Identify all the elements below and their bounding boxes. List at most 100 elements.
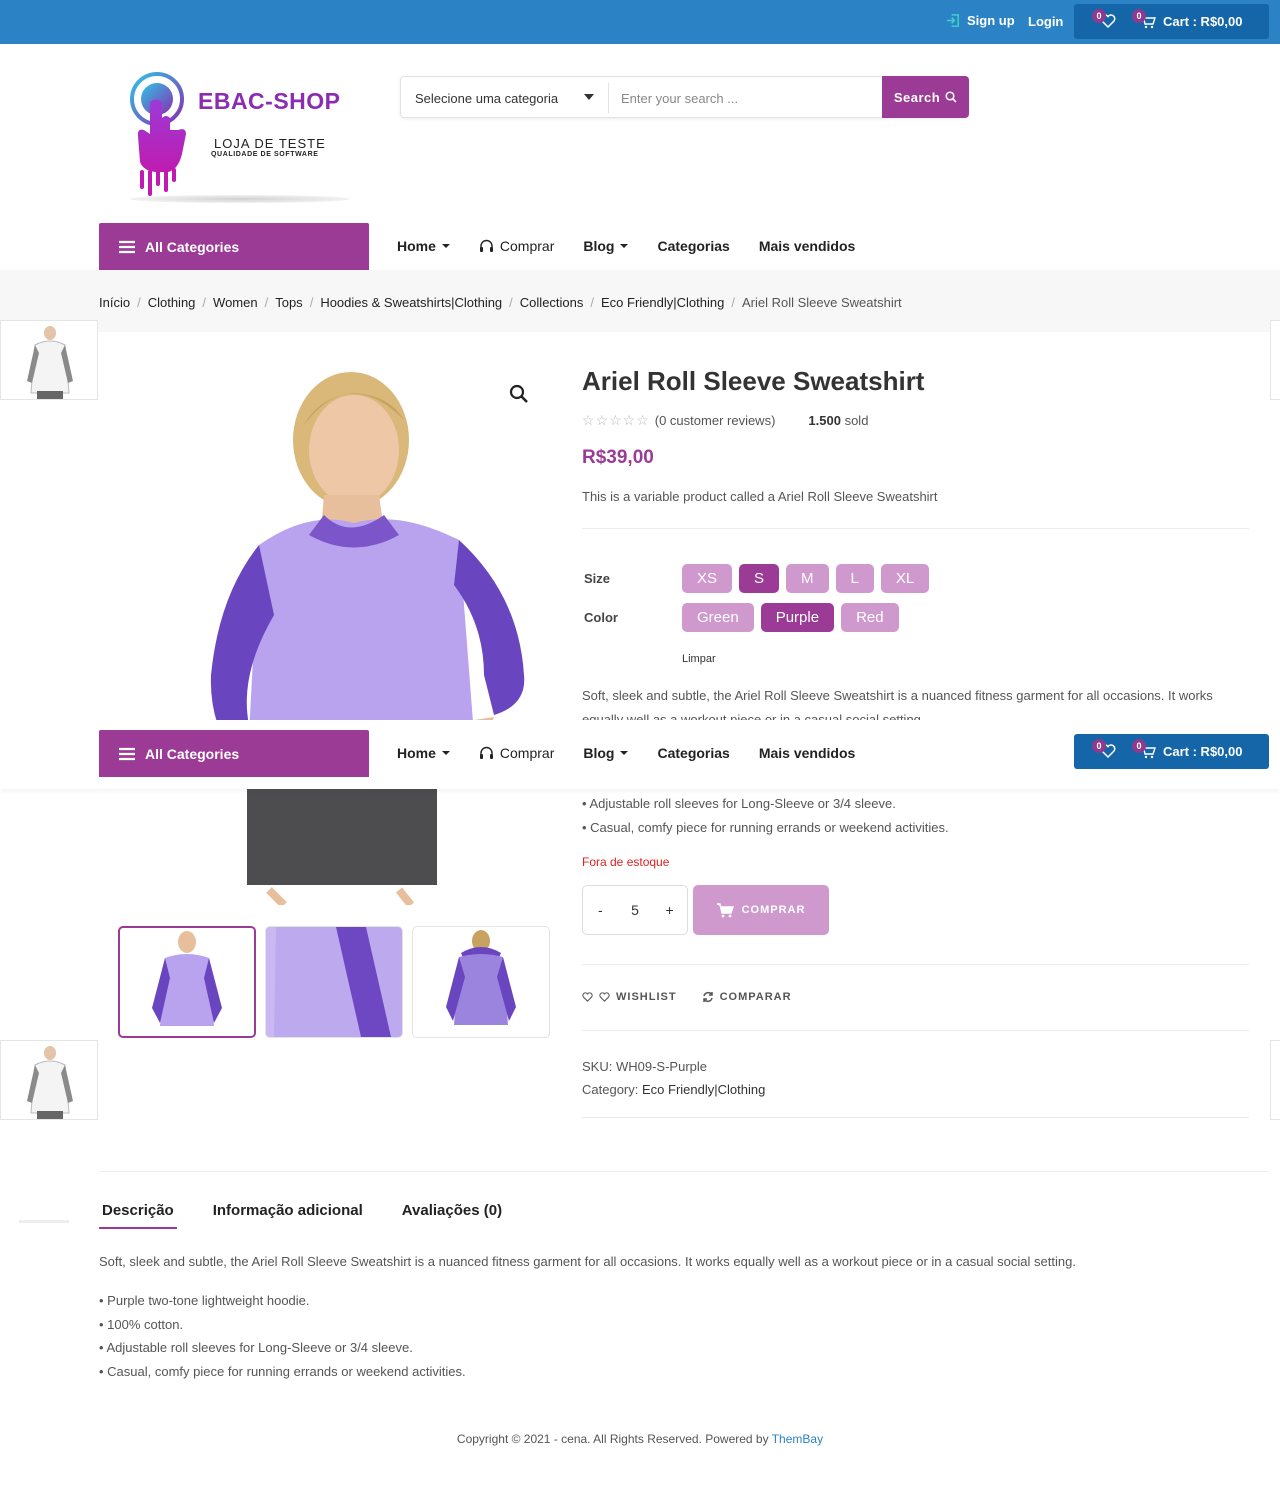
heart-icon [582,992,593,1002]
clear-selection-link[interactable]: Limpar [682,653,716,665]
qty-value[interactable]: 5 [625,902,645,918]
breadcrumb-link[interactable]: Collections [520,295,584,310]
category-select[interactable]: Selecione uma categoria [415,91,558,106]
search-input[interactable] [621,89,876,107]
prev-product-thumb[interactable] [0,320,98,400]
signup-link[interactable]: Sign up [946,13,1015,28]
tab-informacao-adicional[interactable]: Informação adicional [210,1202,366,1229]
sku-value: WH09-S-Purple [615,1059,707,1074]
nav-item-blog[interactable]: Blog [583,745,629,761]
heart-icon [599,992,610,1002]
tab-description-text: Soft, sleek and subtle, the Ariel Roll S… [99,1254,1076,1269]
product-image [27,1046,73,1119]
qty-plus-button[interactable]: + [660,902,680,918]
footer: Copyright © 2021 - cena. All Rights Rese… [0,1432,1280,1446]
compare-button[interactable]: COMPARAR [702,991,792,1003]
search-divider [608,83,609,113]
nav-item-comprar[interactable]: Comprar [479,238,554,254]
chevron-down-icon [441,751,450,755]
feature-item: • Adjustable roll sleeves for Long-Sleev… [582,796,896,811]
rating-row: ☆☆☆☆☆ (0 customer reviews) 1.500 sold [582,412,868,429]
breadcrumb-link[interactable]: Clothing [148,295,196,310]
search-button[interactable]: Search [882,76,969,118]
breadcrumb-separator: / [590,295,595,310]
powered-by-link[interactable]: ThemBay [772,1432,823,1446]
headset-icon [479,746,493,759]
color-label: Color [584,610,618,625]
quantity-stepper: - 5 + [582,885,688,935]
nav-item-mais-vendidos[interactable]: Mais vendidos [759,745,855,761]
nav-item-categorias[interactable]: Categorias [657,238,729,254]
size-option-selected[interactable]: S [739,564,780,593]
cart-total: Cart : R$0,00 [1163,14,1243,29]
qty-minus-button[interactable]: - [590,902,610,918]
color-option[interactable]: Red [841,603,899,632]
thumbnail-item[interactable] [265,926,403,1038]
breadcrumb-link[interactable]: Hoodies & Sweatshirts|Clothing [320,295,502,310]
color-option-selected[interactable]: Purple [760,603,835,632]
cart-box[interactable]: 0 0 Cart : R$0,00 [1074,4,1269,39]
size-option[interactable]: L [835,564,874,593]
feature-item: • Purple two-tone lightweight hoodie. [99,1293,310,1308]
all-categories-button[interactable]: All Categories [99,730,369,777]
nav-item-categorias[interactable]: Categorias [657,745,729,761]
add-to-cart-button[interactable]: COMPRAR [693,885,829,935]
wishlist-badge: 0 [1092,739,1106,753]
color-option[interactable]: Green [682,603,754,632]
tab-feature-list: • Purple two-tone lightweight hoodie. • … [99,1289,466,1383]
reviews-link[interactable]: (0 customer reviews) [655,413,776,428]
sticky-header: All Categories Home Comprar Blog Categor… [0,720,1280,789]
feature-item: • Casual, comfy piece for running errand… [99,1363,466,1379]
sidebar-divider [19,1220,69,1223]
breadcrumb-link[interactable]: Tops [275,295,302,310]
cart-button[interactable]: 0 [1132,739,1156,762]
category-link[interactable]: Eco Friendly|Clothing [642,1082,765,1097]
size-option[interactable]: XL [880,564,930,593]
wishlist-button[interactable]: 0 [1092,739,1116,761]
product-photo [210,372,525,905]
chevron-down-icon[interactable] [584,94,594,100]
product-title: Ariel Roll Sleeve Sweatshirt [582,366,925,396]
search-button-label: Search [893,89,941,105]
prev-product-thumb[interactable] [0,1040,98,1120]
nav-item-blog[interactable]: Blog [583,238,629,254]
breadcrumb-link[interactable]: Eco Friendly|Clothing [601,295,724,310]
divider [582,964,1249,965]
thumbnail-image [152,931,222,1026]
size-option[interactable]: XS [682,564,733,593]
sold-label: sold [844,413,869,428]
thumbnail-item[interactable] [412,926,550,1038]
feature-item: • 100% cotton. [99,1316,184,1332]
signup-icon [946,14,959,27]
copyright-text: Copyright © 2021 - cena. All Rights Rese… [456,1432,769,1446]
nav-label: Mais vendidos [758,745,856,761]
breadcrumb-separator: / [309,295,314,310]
tab-avaliacoes[interactable]: Avaliações (0) [399,1202,505,1229]
breadcrumb-link[interactable]: Women [213,295,258,310]
cart-box[interactable]: 0 0 Cart : R$0,00 [1074,734,1269,769]
next-product-edge[interactable] [1270,1040,1280,1120]
thumbnail-item[interactable] [118,926,256,1038]
nav-item-home[interactable]: Home [397,238,450,254]
size-option[interactable]: M [786,564,829,593]
tab-descricao[interactable]: Descrição [99,1202,177,1229]
wishlist-button[interactable]: WISHLIST [582,991,677,1003]
nav-item-home[interactable]: Home [397,745,450,761]
nav-item-mais-vendidos[interactable]: Mais vendidos [759,238,855,254]
top-bar: Sign up Login 0 0 Cart : R$0,00 [0,0,1280,44]
login-link[interactable]: Login [1028,14,1063,29]
site-logo[interactable]: EBAC-SHOP LOJA DE TESTE QUALIDADE DE SOF… [110,70,350,205]
zoom-button[interactable] [508,383,530,410]
thumbnail-image [266,927,402,1037]
all-categories-button[interactable]: All Categories [99,223,369,270]
breadcrumb-link[interactable]: Início [99,295,130,310]
product-main-image[interactable] [99,345,549,905]
next-product-edge[interactable] [1270,320,1280,400]
nav-item-comprar[interactable]: Comprar [479,745,554,761]
divider [582,1030,1249,1031]
product-image [27,326,73,399]
short-description: This is a variable product called a Arie… [582,489,938,504]
wishlist-button[interactable]: 0 [1092,9,1116,31]
menu-icon [119,747,135,760]
cart-button[interactable]: 0 [1132,9,1156,32]
